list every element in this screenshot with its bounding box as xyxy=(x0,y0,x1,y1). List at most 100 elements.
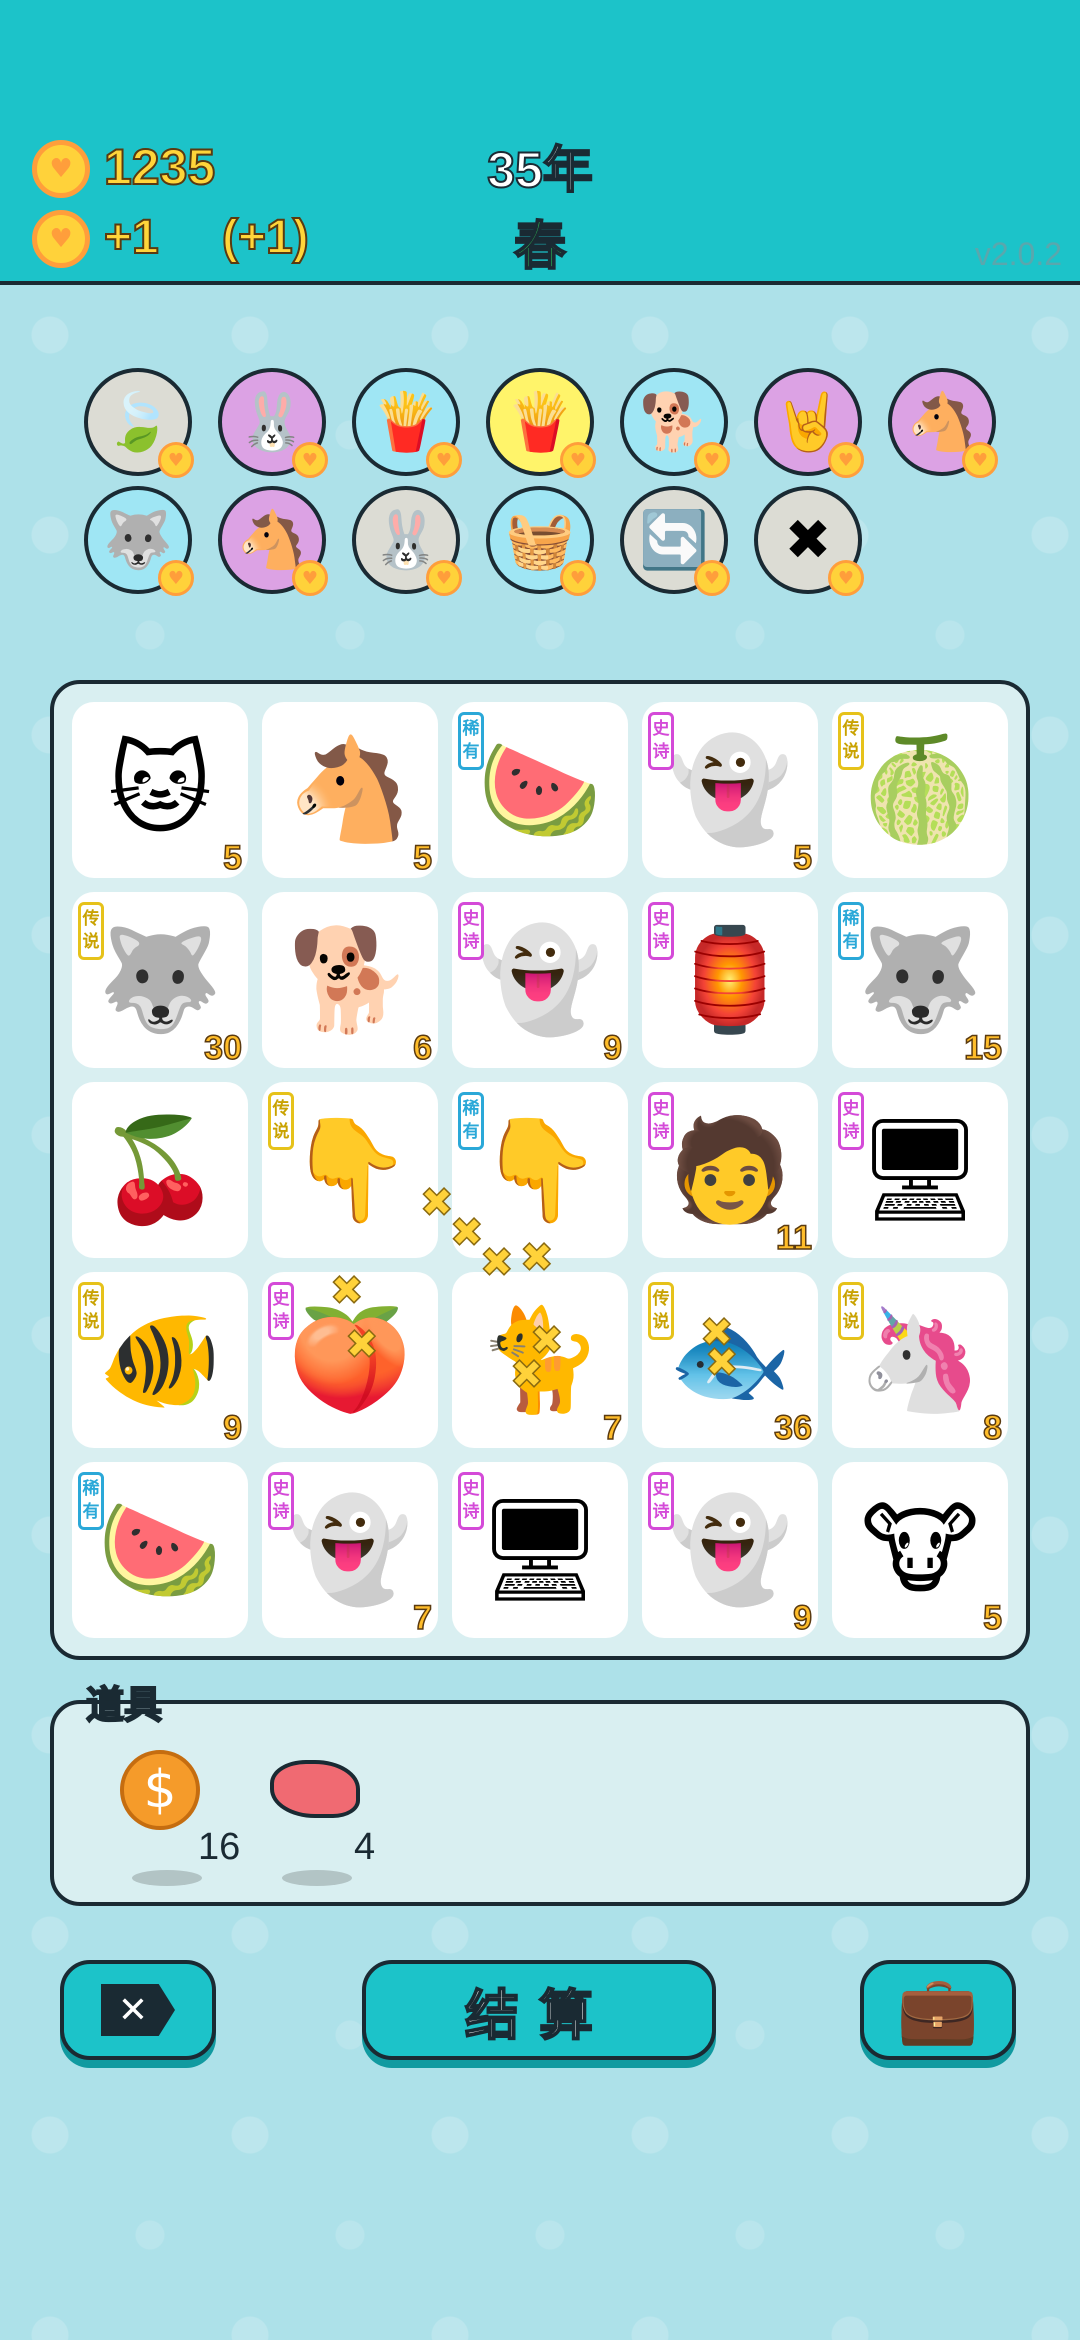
symbol-horse-twins[interactable]: 🐴 ♥ xyxy=(888,368,998,478)
rarity-char: 史 xyxy=(272,1289,290,1309)
symbol-fries-gold[interactable]: 🍟 ♥ xyxy=(486,368,596,478)
heart-badge-icon: ♥ xyxy=(158,442,194,478)
symbol-count: 5 xyxy=(982,1598,1002,1638)
board-cell[interactable]: 🖥 史诗 xyxy=(832,1082,1008,1258)
status-header: 1235 +1 (+1) 35年 春 v2.0.2 xyxy=(0,0,1080,285)
symbol-art-icon: 👻 xyxy=(287,1491,413,1608)
symbol-remove[interactable]: ✖ ♥ xyxy=(754,486,864,596)
board-cell[interactable]: 🦄 传说 8 xyxy=(832,1272,1008,1448)
symbol-art-icon: 🖥 xyxy=(856,1111,984,1228)
board-cell[interactable]: 🐴 5 xyxy=(262,702,438,878)
rarity-char: 诗 xyxy=(652,1122,670,1142)
symbol-count: 7 xyxy=(602,1408,622,1448)
board-cell[interactable]: 🍉 稀有 xyxy=(72,1462,248,1638)
symbol-art-icon: 🐺 xyxy=(97,921,223,1038)
rarity-tag-epic: 史诗 xyxy=(458,902,484,960)
symbol-refresh[interactable]: 🔄 ♥ xyxy=(620,486,730,596)
heart-badge-icon: ♥ xyxy=(426,560,462,596)
rarity-char: 传 xyxy=(82,909,100,929)
board-cell[interactable]: 🍈 传说 xyxy=(832,702,1008,878)
symbol-count: 30 xyxy=(203,1028,242,1068)
horse-twins-icon: 🐴 xyxy=(907,390,977,455)
effect-x-icon: ✖ xyxy=(704,1339,739,1387)
dog-sunglasses-icon: 🐕 xyxy=(639,390,709,455)
settle-button[interactable]: 结算 xyxy=(362,1960,716,2060)
symbol-dog-sunglasses[interactable]: 🐕 ♥ xyxy=(620,368,730,478)
leaf-icon: 🍃 xyxy=(103,390,173,455)
rarity-char: 诗 xyxy=(272,1312,290,1332)
bag-button[interactable]: 💼 xyxy=(860,1960,1016,2060)
board-cell[interactable]: 🐺 稀有 15 xyxy=(832,892,1008,1068)
board-cell[interactable]: 🍒 xyxy=(72,1082,248,1258)
symbol-count: 5 xyxy=(222,838,242,878)
rarity-tag-epic: 史诗 xyxy=(268,1282,294,1340)
symbol-count: 8 xyxy=(982,1408,1002,1448)
board-cell[interactable]: 👻 史诗 5 xyxy=(642,702,818,878)
effect-x-icon: ✖ xyxy=(419,1179,454,1227)
board-cell[interactable]: 🏮 史诗 xyxy=(642,892,818,1068)
symbol-art-icon: 👻 xyxy=(477,921,603,1038)
liver-item-shadow xyxy=(282,1870,352,1886)
version-label: v2.0.2 xyxy=(974,236,1062,272)
symbol-rabbit[interactable]: 🐰 ♥ xyxy=(218,368,328,478)
rarity-tag-epic: 史诗 xyxy=(648,712,674,770)
rarity-tag-rare: 稀有 xyxy=(458,1092,484,1150)
heart-badge-icon: ♥ xyxy=(694,442,730,478)
board-cell[interactable]: 🐮 5 xyxy=(832,1462,1008,1638)
board-cell[interactable]: 🐕 6 xyxy=(262,892,438,1068)
symbol-horse-twins-2[interactable]: 🐴 ♥ xyxy=(218,486,328,596)
heart-badge-icon: ♥ xyxy=(560,442,596,478)
board-cell[interactable]: 🍉 稀有 xyxy=(452,702,628,878)
symbol-leaf[interactable]: 🍃 ♥ xyxy=(84,368,194,478)
symbol-art-icon: 🍈 xyxy=(857,731,983,848)
items-panel: $ 16 4 xyxy=(50,1700,1030,1906)
symbol-art-icon: 🐴 xyxy=(287,731,413,848)
liver-item-icon[interactable] xyxy=(270,1760,360,1818)
heart-badge-icon: ♥ xyxy=(962,442,998,478)
symbol-fries[interactable]: 🍟 ♥ xyxy=(352,368,462,478)
symbol-husky[interactable]: 🐺 ♥ xyxy=(84,486,194,596)
remove-button[interactable]: ✕ xyxy=(60,1960,216,2060)
rarity-tag-legend: 传说 xyxy=(268,1092,294,1150)
board-cell[interactable]: 👻 史诗 7 xyxy=(262,1462,438,1638)
rarity-char: 有 xyxy=(462,742,480,762)
symbol-art-icon: 🐮 xyxy=(860,1491,980,1608)
symbol-rabbit-2[interactable]: 🐰 ♥ xyxy=(352,486,462,596)
rarity-tag-epic: 史诗 xyxy=(648,1472,674,1530)
board-cell[interactable]: 👇 传说 xyxy=(262,1082,438,1258)
effect-x-icon: ✖ xyxy=(344,1321,379,1369)
symbol-art-icon: 🐕 xyxy=(287,921,413,1038)
symbol-fruit-basket[interactable]: 🧺 ♥ xyxy=(486,486,596,596)
board-cell[interactable]: 🧑 史诗 11 xyxy=(642,1082,818,1258)
symbol-count: 11 xyxy=(775,1218,812,1258)
effect-x-icon: ✖ xyxy=(509,1351,544,1399)
rarity-char: 有 xyxy=(462,1122,480,1142)
rarity-char: 稀 xyxy=(462,1099,480,1119)
board-cell[interactable]: 🐱 5 xyxy=(72,702,248,878)
heart-badge-icon: ♥ xyxy=(694,560,730,596)
board-cell[interactable]: 👻 史诗 9 xyxy=(642,1462,818,1638)
rarity-tag-epic: 史诗 xyxy=(268,1472,294,1530)
rarity-char: 史 xyxy=(652,719,670,739)
board-cell[interactable]: 🐺 传说 30 xyxy=(72,892,248,1068)
board-cell[interactable]: 🐠 传说 9 xyxy=(72,1272,248,1448)
symbol-rock-hand[interactable]: 🤘 ♥ xyxy=(754,368,864,478)
heart-badge-icon: ♥ xyxy=(292,442,328,478)
rarity-char: 稀 xyxy=(842,909,860,929)
liver-item-count: 4 xyxy=(354,1826,376,1868)
season-label: 春 xyxy=(513,217,567,277)
board-cell[interactable]: 🖥 史诗 xyxy=(452,1462,628,1638)
coin-item-count: 16 xyxy=(198,1826,241,1868)
symbol-art-icon: 👇 xyxy=(287,1111,413,1228)
board-cell[interactable]: 👻 史诗 9 xyxy=(452,892,628,1068)
rarity-char: 史 xyxy=(272,1479,290,1499)
rarity-char: 说 xyxy=(82,932,100,952)
rarity-tag-legend: 传说 xyxy=(78,1282,104,1340)
coin-item-shadow xyxy=(132,1870,202,1886)
rarity-tag-legend: 传说 xyxy=(838,712,864,770)
rarity-char: 说 xyxy=(842,1312,860,1332)
fruit-basket-icon: 🧺 xyxy=(505,508,575,573)
coin-item-icon[interactable]: $ xyxy=(120,1750,200,1830)
rarity-char: 稀 xyxy=(462,719,480,739)
rarity-tag-rare: 稀有 xyxy=(458,712,484,770)
